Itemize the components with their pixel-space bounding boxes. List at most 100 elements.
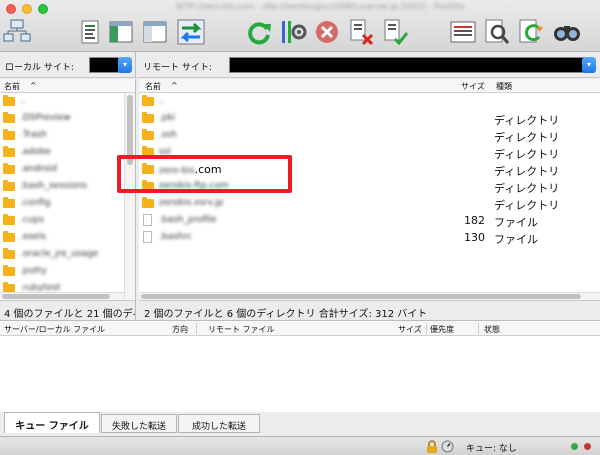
- speed-limit-icon[interactable]: [441, 440, 454, 453]
- folder-icon: [142, 197, 154, 208]
- find-button[interactable]: [482, 16, 512, 48]
- reconnect-button[interactable]: [380, 16, 410, 48]
- folder-icon: [3, 231, 15, 242]
- sync-browsing-button[interactable]: [516, 16, 546, 48]
- file-name: .DSPreview: [20, 113, 71, 123]
- file-icon: [143, 214, 152, 226]
- reconnect-icon: [384, 19, 409, 46]
- tab-successful-transfers[interactable]: 成功した転送: [178, 414, 260, 433]
- lock-icon[interactable]: [426, 440, 438, 453]
- folder-icon: [142, 129, 154, 140]
- local-col-name[interactable]: 名前: [4, 81, 20, 92]
- list-item[interactable]: .android: [0, 161, 135, 178]
- local-file-list[interactable]: 名前 ^ .. .DSPreview .Trash .adobe .android .ba…: [0, 79, 136, 300]
- transfer-queue-button[interactable]: [176, 16, 206, 48]
- table-row[interactable]: ..: [139, 93, 600, 110]
- transfer-queue[interactable]: サーバー/ローカル ファイル 方向 リモート ファイル サイズ 優先度 状態: [0, 320, 600, 412]
- maximize-window-button[interactable]: [38, 4, 48, 14]
- filter-button[interactable]: [278, 16, 308, 48]
- remote-site-bar: リモート サイト: ▾: [137, 52, 600, 78]
- file-name: .putty: [20, 266, 47, 276]
- directory-compare-button[interactable]: [448, 16, 478, 48]
- list-item[interactable]: .cups: [0, 212, 135, 229]
- remote-col-type[interactable]: 種類: [496, 81, 512, 92]
- folder-icon: [3, 112, 15, 123]
- local-site-input[interactable]: [89, 57, 119, 73]
- refresh-icon: [248, 22, 271, 45]
- local-site-bar: ローカル サイト: ▾: [0, 52, 136, 78]
- site-manager-button[interactable]: [2, 16, 32, 48]
- remote-tree-button[interactable]: [140, 16, 170, 48]
- message-log-button[interactable]: [75, 16, 105, 48]
- disconnect-button[interactable]: [346, 16, 376, 48]
- local-tree-icon: [109, 21, 133, 43]
- list-item[interactable]: .exels: [0, 229, 135, 246]
- file-name: .config: [20, 198, 51, 208]
- local-tree-button[interactable]: [106, 16, 136, 48]
- file-icon: [143, 231, 152, 243]
- table-row[interactable]: .pki ディレクトリ: [139, 110, 600, 127]
- remote-site-input[interactable]: [229, 57, 584, 73]
- remote-site-dropdown-icon[interactable]: ▾: [582, 57, 596, 73]
- queue-tabs: キュー ファイル 失敗した転送 成功した転送: [0, 412, 600, 436]
- list-item[interactable]: .putty: [0, 263, 135, 280]
- queue-col-direction[interactable]: 方向: [172, 324, 188, 335]
- list-item[interactable]: ..: [0, 93, 135, 110]
- queue-col-remote-file[interactable]: リモート ファイル: [208, 324, 275, 335]
- local-site-dropdown-icon[interactable]: ▾: [118, 57, 132, 73]
- remote-col-size[interactable]: サイズ: [461, 81, 485, 92]
- remote-col-name[interactable]: 名前: [145, 81, 161, 92]
- file-name: .cups: [20, 215, 44, 225]
- compare-icon: [450, 21, 476, 43]
- file-name: zerobis.xsrv.jp: [159, 198, 224, 208]
- remote-status: 2 個のファイルと 6 個のディレクトリ 合計サイズ: 312 バイト: [139, 300, 600, 320]
- remote-horizontal-scrollbar[interactable]: [139, 292, 600, 300]
- list-item[interactable]: .DSPreview: [0, 110, 135, 127]
- file-type: ディレクトリ: [494, 114, 560, 127]
- list-item[interactable]: .oracle_jre_usage: [0, 246, 135, 263]
- file-name: .adobe: [20, 147, 51, 157]
- table-row[interactable]: zerobis.xsrv.jp ディレクトリ: [139, 195, 600, 212]
- table-row[interactable]: .bash_profile 182 ファイル: [139, 212, 600, 229]
- table-row[interactable]: .bashrc 130 ファイル: [139, 229, 600, 246]
- local-horizontal-scroll-thumb[interactable]: [2, 294, 110, 299]
- folder-icon: [3, 180, 15, 191]
- queue-col-status[interactable]: 状態: [484, 324, 500, 335]
- search-remote-icon: [554, 26, 580, 41]
- file-name: ..: [159, 96, 165, 106]
- find-icon: [485, 19, 510, 44]
- queue-col-size[interactable]: サイズ: [398, 324, 422, 335]
- file-size: 130: [464, 231, 485, 244]
- refresh-button[interactable]: [244, 16, 274, 48]
- list-item[interactable]: .config: [0, 195, 135, 212]
- remote-horizontal-scroll-thumb[interactable]: [141, 294, 581, 299]
- tab-failed-transfers[interactable]: 失敗した転送: [101, 414, 177, 433]
- queue-col-local-file[interactable]: サーバー/ローカル ファイル: [4, 324, 105, 335]
- local-vertical-scrollbar[interactable]: [124, 93, 135, 300]
- sync-icon: [519, 19, 543, 43]
- file-type: ディレクトリ: [494, 148, 560, 161]
- file-type: ディレクトリ: [494, 131, 560, 144]
- list-item[interactable]: .adobe: [0, 144, 135, 161]
- remote-site-label: リモート サイト:: [143, 63, 212, 73]
- search-remote-button[interactable]: [552, 16, 582, 48]
- receive-activity-indicator-icon: [584, 443, 591, 450]
- close-window-button[interactable]: [6, 4, 16, 14]
- queue-col-priority[interactable]: 優先度: [430, 324, 454, 335]
- file-type: ファイル: [494, 216, 538, 229]
- file-name: .Trash: [20, 130, 47, 140]
- transfer-activity-indicator-icon: [571, 443, 578, 450]
- folder-icon: [3, 248, 15, 259]
- local-horizontal-scrollbar[interactable]: [0, 292, 124, 300]
- filter-icon: [282, 21, 307, 43]
- list-item[interactable]: .bash_sessions: [0, 178, 135, 195]
- cancel-button[interactable]: [312, 16, 342, 48]
- tab-queued-files[interactable]: キュー ファイル: [4, 412, 100, 433]
- table-row[interactable]: .ssh ディレクトリ: [139, 127, 600, 144]
- minimize-window-button[interactable]: [22, 4, 32, 14]
- list-item[interactable]: .Trash: [0, 127, 135, 144]
- message-log-icon: [81, 20, 99, 44]
- file-type: ディレクトリ: [494, 165, 560, 178]
- local-site-label: ローカル サイト:: [5, 63, 74, 73]
- file-name: .bash_profile: [159, 215, 217, 225]
